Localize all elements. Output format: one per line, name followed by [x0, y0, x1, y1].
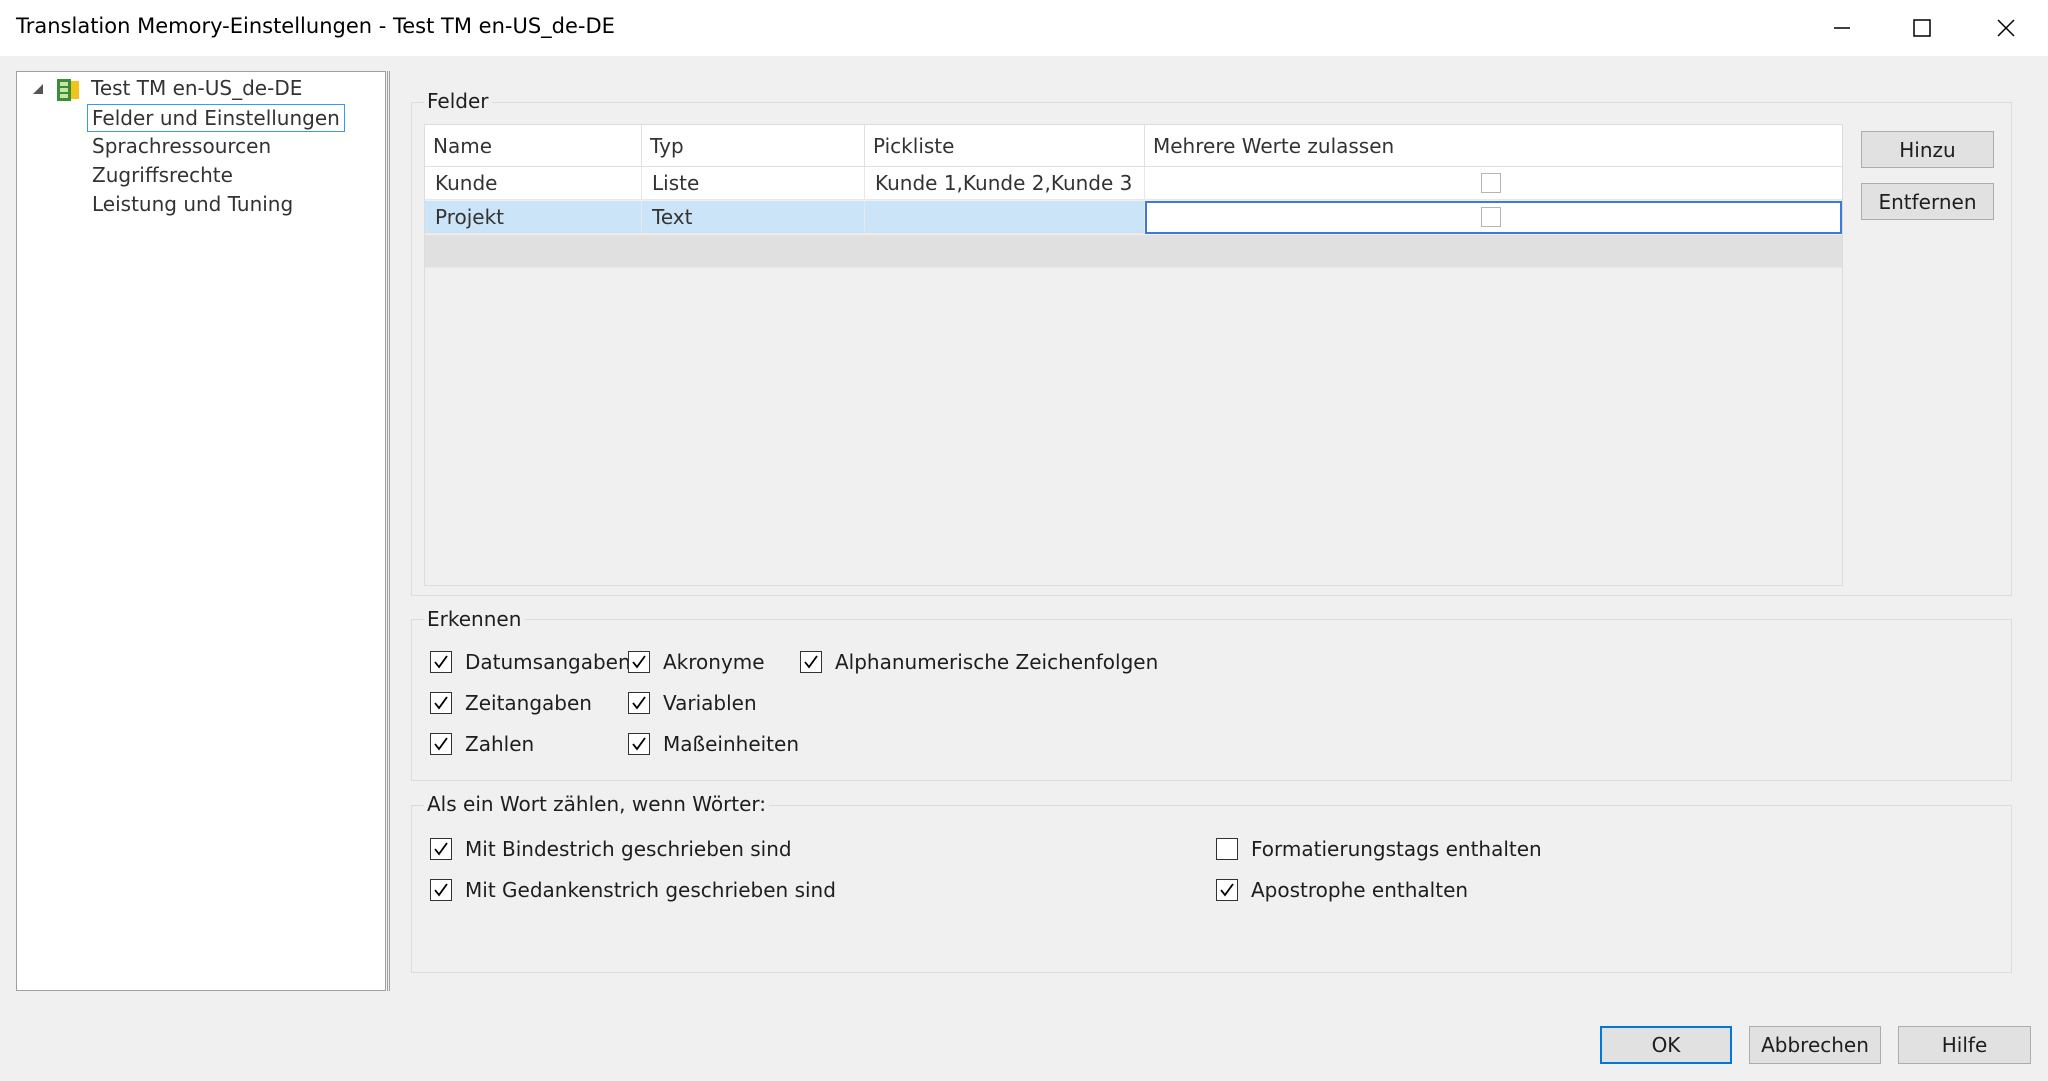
checkbox-dates[interactable]: Datumsangaben: [430, 650, 631, 674]
panel-splitter[interactable]: [387, 71, 390, 991]
cancel-button[interactable]: Abbrechen: [1749, 1026, 1881, 1064]
checkbox-alphanumeric-label: Alphanumerische Zeichenfolgen: [835, 650, 1159, 674]
collapse-arrow-icon[interactable]: [31, 82, 45, 96]
help-button[interactable]: Hilfe: [1898, 1026, 2031, 1064]
recognize-group-label: Erkennen: [424, 607, 525, 631]
checkbox-measurements-label: Maßeinheiten: [663, 732, 800, 756]
tree-root-label[interactable]: Test TM en-US_de-DE: [91, 76, 302, 100]
checkbox-dash-label: Mit Gedankenstrich geschrieben sind: [465, 878, 836, 902]
checkbox-variables-label: Variablen: [663, 691, 757, 715]
checkbox-apostrophes[interactable]: Apostrophe enthalten: [1216, 878, 1468, 902]
column-header-type[interactable]: Typ: [642, 125, 865, 167]
allow-multiple-checkbox[interactable]: [1481, 207, 1501, 227]
check-icon: [430, 838, 452, 860]
column-header-allow-multiple[interactable]: Mehrere Werte zulassen: [1145, 125, 1842, 167]
tree-item-fields-settings[interactable]: Felder und Einstellungen: [87, 104, 345, 132]
table-cell-picklist[interactable]: [865, 201, 1145, 234]
check-icon: [430, 733, 452, 755]
remove-field-button[interactable]: Entfernen: [1861, 183, 1994, 220]
table-cell-type[interactable]: Liste: [642, 167, 865, 200]
table-cell-name[interactable]: Kunde: [425, 167, 642, 200]
close-button[interactable]: [1964, 0, 2048, 56]
table-cell-name[interactable]: Projekt: [425, 201, 642, 234]
check-icon: [628, 692, 650, 714]
new-row-placeholder[interactable]: [425, 235, 1842, 268]
checkbox-acronyms-label: Akronyme: [663, 650, 765, 674]
check-icon: [430, 879, 452, 901]
checkbox-measurements[interactable]: Maßeinheiten: [628, 732, 799, 756]
checkbox-hyphenated-label: Mit Bindestrich geschrieben sind: [465, 837, 792, 861]
add-field-button[interactable]: Hinzu: [1861, 131, 1994, 168]
column-header-picklist[interactable]: Pickliste: [865, 125, 1145, 167]
window-title: Translation Memory-Einstellungen - Test …: [16, 14, 615, 38]
minimize-icon: [1834, 27, 1850, 29]
check-icon: [430, 692, 452, 714]
table-cell-allow-multiple[interactable]: [1145, 201, 1842, 234]
table-cell-picklist[interactable]: Kunde 1,Kunde 2,Kunde 3: [865, 167, 1145, 200]
translation-memory-icon: [57, 79, 79, 101]
check-icon: [800, 651, 822, 673]
check-icon: [628, 651, 650, 673]
checkbox-formatting-tags[interactable]: Formatierungstags enthalten: [1216, 837, 1542, 861]
check-icon: [628, 733, 650, 755]
table-cell-type[interactable]: Text: [642, 201, 865, 234]
checkbox-hyphenated[interactable]: Mit Bindestrich geschrieben sind: [430, 837, 792, 861]
column-header-name[interactable]: Name: [425, 125, 642, 167]
checkbox-times[interactable]: Zeitangaben: [430, 691, 592, 715]
minimize-button[interactable]: [1800, 0, 1884, 56]
check-icon: [430, 651, 452, 673]
checkbox-dates-label: Datumsangaben: [465, 650, 631, 674]
checkbox-numbers-label: Zahlen: [465, 732, 535, 756]
checkbox-alphanumeric[interactable]: Alphanumerische Zeichenfolgen: [800, 650, 1158, 674]
check-icon: [1216, 879, 1238, 901]
checkbox-formatting-tags-label: Formatierungstags enthalten: [1251, 837, 1542, 861]
ok-button[interactable]: OK: [1600, 1026, 1732, 1064]
checkbox-numbers[interactable]: Zahlen: [430, 732, 534, 756]
checkbox-variables[interactable]: Variablen: [628, 691, 757, 715]
checkbox-acronyms[interactable]: Akronyme: [628, 650, 765, 674]
settings-tree: Test TM en-US_de-DE Felder und Einstellu…: [16, 71, 386, 991]
word-count-group-label: Als ein Wort zählen, wenn Wörter:: [424, 792, 770, 816]
fields-group-label: Felder: [424, 89, 492, 113]
maximize-button[interactable]: [1880, 0, 1964, 56]
checkbox-times-label: Zeitangaben: [465, 691, 592, 715]
tree-item-access-rights[interactable]: Zugriffsrechte: [92, 163, 233, 187]
unchecked-box: [1216, 838, 1238, 860]
title-bar: Translation Memory-Einstellungen - Test …: [0, 0, 2048, 56]
maximize-icon: [1913, 19, 1931, 37]
tree-item-language-resources[interactable]: Sprachressourcen: [92, 134, 271, 158]
close-icon: [1997, 19, 2015, 37]
tree-item-performance-tuning[interactable]: Leistung und Tuning: [92, 192, 293, 216]
table-cell-allow-multiple[interactable]: [1145, 167, 1842, 200]
checkbox-apostrophes-label: Apostrophe enthalten: [1251, 878, 1469, 902]
checkbox-dash[interactable]: Mit Gedankenstrich geschrieben sind: [430, 878, 836, 902]
fields-grid: Name Typ Pickliste Mehrere Werte zulasse…: [424, 124, 1843, 586]
allow-multiple-checkbox[interactable]: [1481, 173, 1501, 193]
